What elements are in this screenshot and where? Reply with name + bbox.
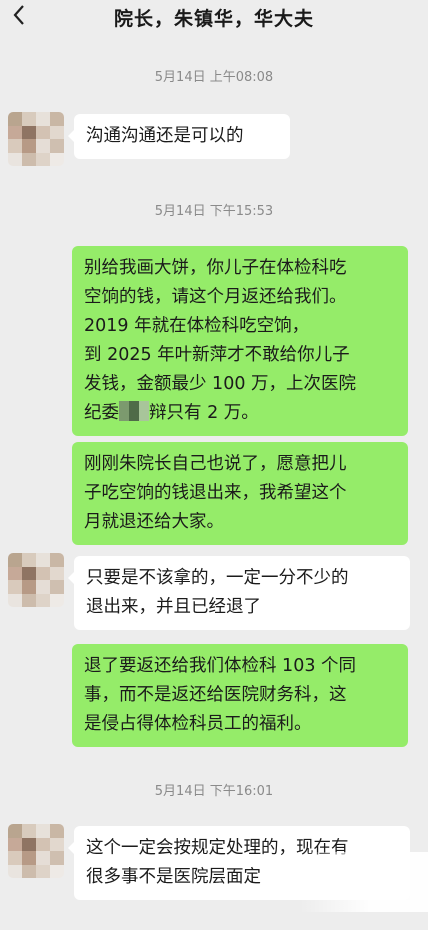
avatar[interactable] — [8, 112, 64, 166]
avatar[interactable] — [8, 824, 64, 878]
message-bubble-incoming[interactable]: 只要是不该拿的，一定一分不少的 退出来，并且已经退了 — [68, 556, 410, 630]
timestamp: 5月14日 下午16:01 — [154, 784, 274, 799]
timestamp: 5月14日 下午15:53 — [154, 204, 274, 219]
avatar[interactable] — [8, 553, 64, 607]
fade-overlay — [300, 852, 428, 912]
message-bubble-outgoing[interactable]: 刚刚朱院长自己也说了，愿意把儿 子吃空饷的钱退出来，我希望这个 月就退还给大家。 — [72, 442, 408, 545]
mosaic-redaction — [119, 401, 149, 421]
message-bubble-outgoing[interactable]: 别给我画大饼，你儿子在体检科吃 空饷的钱，请这个月返还给我们。 2019 年就在… — [72, 246, 408, 436]
message-text-tail: 辩只有 2 万。 — [149, 403, 259, 423]
timestamp: 5月14日 上午08:08 — [154, 70, 274, 85]
chat-title: 院长，朱镇华，华大夫 — [113, 8, 314, 30]
message-bubble-incoming[interactable]: 沟通沟通还是可以的 — [68, 114, 290, 159]
message-text: 别给我画大饼，你儿子在体检科吃 空饷的钱，请这个月返还给我们。 2019 年就在… — [84, 258, 357, 423]
chat-header: 院长，朱镇华，华大夫 — [0, 0, 428, 36]
message-bubble-outgoing[interactable]: 退了要返还给我们体检科 103 个同 事，而不是返还给医院财务科，这 是侵占得体… — [72, 644, 408, 747]
